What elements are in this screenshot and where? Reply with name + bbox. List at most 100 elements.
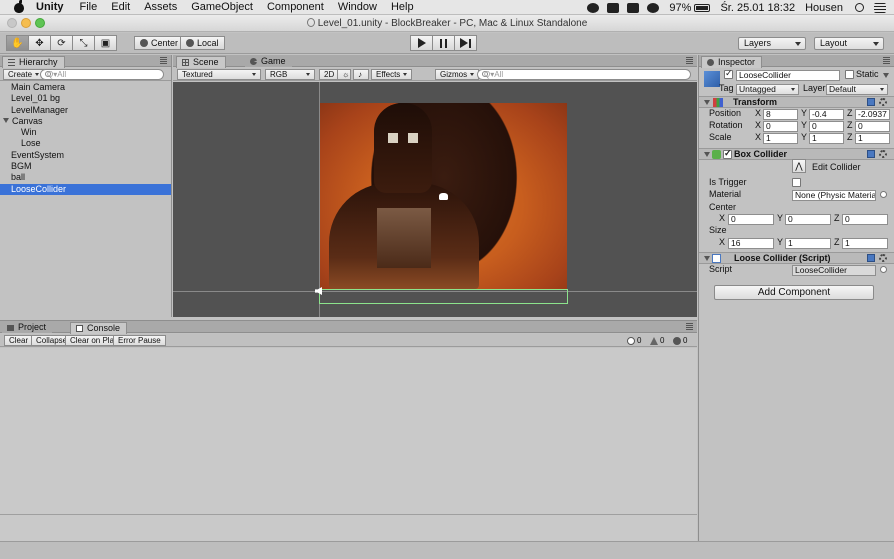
list-item[interactable]: ball	[0, 172, 171, 183]
object-picker-icon[interactable]	[880, 191, 887, 198]
gizmos-dropdown[interactable]: Gizmos	[435, 69, 480, 80]
collapse-arrow-icon[interactable]	[704, 152, 710, 157]
rotation-x-field[interactable]: 0	[763, 121, 798, 132]
error-pause-button[interactable]: Error Pause	[113, 335, 166, 346]
is-trigger-checkbox[interactable]	[792, 178, 801, 187]
size-y-field[interactable]: 1	[785, 238, 831, 249]
box-collider-enabled-checkbox[interactable]	[723, 148, 732, 159]
hand-tool-button[interactable]: ✋	[6, 35, 29, 51]
layout-dropdown[interactable]: Layout	[814, 37, 884, 50]
dropbox-icon[interactable]	[607, 2, 620, 13]
tab-project[interactable]: Project	[2, 322, 53, 333]
user-name[interactable]: Housen	[805, 2, 843, 14]
position-x-field[interactable]: 8	[763, 109, 798, 120]
console-log-area[interactable]	[0, 348, 697, 541]
list-item[interactable]: Lose	[0, 138, 171, 149]
gear-icon[interactable]	[879, 98, 887, 106]
rotate-tool-button[interactable]: ⟳	[50, 35, 73, 51]
scale-y-field[interactable]: 1	[809, 133, 844, 144]
tab-console[interactable]: Console	[70, 322, 128, 334]
size-z-field[interactable]: 1	[842, 238, 888, 249]
scale-x-field[interactable]: 1	[763, 133, 798, 144]
object-name-field[interactable]: LooseCollider	[736, 70, 840, 81]
collapse-arrow-icon[interactable]	[704, 100, 710, 105]
rotation-y-field[interactable]: 0	[809, 121, 844, 132]
ball-sprite[interactable]	[439, 193, 448, 200]
lighting-toggle[interactable]: ☼	[337, 69, 351, 80]
render-mode-dropdown[interactable]: RGB	[265, 69, 315, 80]
list-item[interactable]: LevelManager	[0, 105, 171, 116]
airdrop-icon[interactable]	[587, 2, 600, 13]
list-item[interactable]: Level_01 bg	[0, 93, 171, 104]
script-field[interactable]: LooseCollider	[792, 265, 876, 276]
hierarchy-search-input[interactable]: Q▾All	[40, 69, 164, 80]
play-button[interactable]	[410, 35, 433, 51]
menu-gameobject[interactable]: GameObject	[191, 1, 253, 13]
tab-inspector[interactable]: Inspector	[701, 56, 763, 68]
help-book-icon[interactable]	[867, 98, 875, 106]
error-counter[interactable]: 0	[673, 335, 687, 346]
object-picker-icon[interactable]	[880, 266, 887, 273]
pause-button[interactable]	[432, 35, 455, 51]
chevron-down-icon[interactable]	[883, 73, 889, 78]
collapse-arrow-icon[interactable]	[704, 256, 710, 261]
scale-tool-button[interactable]: ⤡	[72, 35, 95, 51]
window-close-button[interactable]	[7, 18, 17, 28]
tag-dropdown[interactable]: Untagged	[736, 84, 799, 95]
gear-icon[interactable]	[879, 254, 887, 262]
menu-app[interactable]: Unity	[36, 1, 64, 13]
create-button[interactable]: Create	[3, 69, 45, 80]
layers-dropdown[interactable]: Layers	[738, 37, 806, 50]
list-item[interactable]: BGM	[0, 161, 171, 172]
warning-counter[interactable]: 0	[650, 335, 664, 346]
help-book-icon[interactable]	[867, 254, 875, 262]
script-header[interactable]: Loose Collider (Script)	[699, 252, 894, 264]
menu-component[interactable]: Component	[267, 1, 324, 13]
rect-tool-button[interactable]: ▣	[94, 35, 117, 51]
step-button[interactable]	[454, 35, 477, 51]
list-item[interactable]: Win	[0, 127, 171, 138]
effects-dropdown[interactable]: Effects	[371, 69, 413, 80]
window-minimize-button[interactable]	[21, 18, 31, 28]
help-book-icon[interactable]	[867, 150, 875, 158]
add-component-button[interactable]: Add Component	[714, 285, 874, 300]
list-item[interactable]: EventSystem	[0, 150, 171, 161]
battery-icon[interactable]	[694, 3, 711, 12]
panel-menu-icon[interactable]	[686, 57, 693, 64]
shading-dropdown[interactable]: Textured	[177, 69, 261, 80]
transform-header[interactable]: Transform	[699, 96, 894, 108]
list-item[interactable]: Canvas	[0, 116, 171, 127]
info-counter[interactable]: 0	[627, 335, 641, 346]
clock[interactable]: Śr. 25.01 18:32	[720, 2, 795, 14]
position-z-field[interactable]: -2.0937	[855, 109, 890, 120]
app-tray-icon[interactable]	[627, 2, 640, 13]
clear-button[interactable]: Clear	[4, 335, 34, 346]
rotation-z-field[interactable]: 0	[855, 121, 890, 132]
collider-gizmo[interactable]	[319, 289, 568, 304]
layer-dropdown[interactable]: Default	[826, 84, 888, 95]
pivot-center-button[interactable]: Center	[134, 36, 185, 50]
panel-menu-icon[interactable]	[686, 323, 693, 330]
gear-icon[interactable]	[879, 150, 887, 158]
center-x-field[interactable]: 0	[728, 214, 774, 225]
material-field[interactable]: None (Physic Material	[792, 190, 876, 201]
console-splitter[interactable]	[0, 514, 697, 515]
wifi-icon[interactable]	[647, 2, 660, 13]
position-y-field[interactable]: -0.4	[809, 109, 844, 120]
center-z-field[interactable]: 0	[842, 214, 888, 225]
edit-collider-button[interactable]: ⋀	[792, 159, 806, 173]
move-tool-button[interactable]: ✥	[28, 35, 51, 51]
menu-assets[interactable]: Assets	[144, 1, 177, 13]
menu-file[interactable]: File	[80, 1, 98, 13]
tab-game[interactable]: Game	[245, 56, 292, 67]
scene-viewport[interactable]	[173, 82, 697, 317]
menu-window[interactable]: Window	[338, 1, 377, 13]
list-item[interactable]: Main Camera	[0, 82, 171, 93]
static-checkbox[interactable]	[845, 70, 854, 79]
panel-menu-icon[interactable]	[160, 57, 167, 64]
expand-arrow-icon[interactable]	[3, 117, 9, 123]
panel-menu-icon[interactable]	[883, 57, 890, 64]
active-checkbox[interactable]	[724, 68, 733, 79]
spotlight-icon[interactable]	[855, 3, 864, 12]
audio-toggle[interactable]: ♪	[353, 69, 369, 80]
